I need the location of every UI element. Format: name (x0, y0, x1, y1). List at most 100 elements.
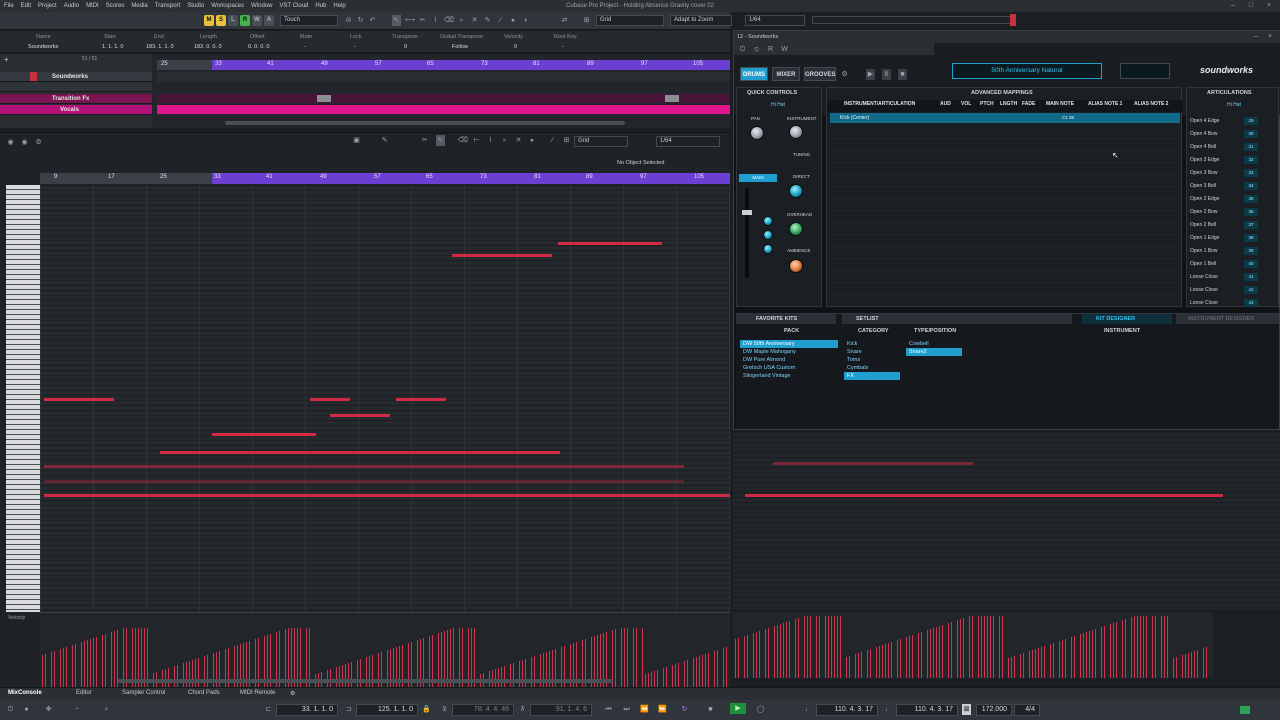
auto-scroll-icon[interactable]: ⇄ (560, 15, 569, 26)
velocity-bar[interactable] (1176, 657, 1177, 678)
velocity-bar[interactable] (912, 635, 913, 678)
editor-cycle-range[interactable] (212, 173, 730, 184)
rewind-icon[interactable]: ⏪ (640, 704, 649, 715)
mapping-row[interactable] (830, 199, 1182, 211)
midi-note[interactable] (44, 398, 114, 401)
tab-setlist[interactable]: SETLIST (842, 314, 1072, 324)
right-locator-icon[interactable]: ⊐ (344, 704, 353, 715)
info-name-value[interactable]: Soundworks (28, 44, 58, 50)
midi-note[interactable] (44, 465, 684, 468)
velocity-bar[interactable] (420, 639, 421, 694)
velocity-bar[interactable] (900, 639, 901, 678)
velocity-bar[interactable] (927, 630, 928, 678)
velocity-bar[interactable] (969, 616, 970, 678)
a-toggle[interactable]: A (264, 15, 274, 26)
range-tool-icon[interactable]: ⟷ (405, 15, 415, 26)
velocity-bar[interactable] (624, 628, 625, 694)
articulation-note[interactable]: 35 (1244, 195, 1258, 203)
velocity-bar[interactable] (255, 639, 256, 694)
midi-note[interactable] (773, 462, 973, 465)
horizontal-scrollbar[interactable] (225, 121, 625, 125)
velocity-bar[interactable] (264, 636, 265, 694)
erase-tool-icon[interactable]: ⌫ (458, 135, 468, 146)
velocity-bar[interactable] (471, 628, 472, 694)
mapping-row[interactable] (830, 163, 1182, 175)
velocity-bar[interactable] (918, 633, 919, 678)
settings-icon[interactable]: ⚙ (840, 69, 849, 80)
velocity-bar[interactable] (921, 632, 922, 678)
velocity-bar[interactable] (972, 616, 973, 678)
menu-scores[interactable]: Scores (106, 3, 125, 9)
mapping-row[interactable] (830, 259, 1182, 271)
velocity-bar[interactable] (1044, 646, 1045, 678)
velocity-bar[interactable] (123, 628, 124, 694)
velocity-bar[interactable] (1014, 656, 1015, 678)
velocity-bar[interactable] (1029, 651, 1030, 678)
articulation-item[interactable]: Loose Close (1190, 297, 1238, 309)
velocity-bar[interactable] (447, 630, 448, 694)
velocity-bar[interactable] (594, 636, 595, 694)
velocity-bar[interactable] (987, 616, 988, 678)
velocity-bar[interactable] (612, 630, 613, 694)
velocity-bar[interactable] (825, 616, 826, 678)
go-to-start-icon[interactable]: ⏮ (604, 704, 613, 715)
forward-icon[interactable]: ⏩ (658, 704, 667, 715)
draw-tool-icon[interactable]: ✎ (483, 15, 492, 26)
velocity-bar[interactable] (135, 628, 136, 694)
velocity-bar[interactable] (906, 637, 907, 678)
output-select-knob[interactable] (763, 216, 773, 226)
velocity-bar[interactable] (1053, 643, 1054, 678)
cycle-icon[interactable]: ↻ (680, 704, 689, 715)
velocity-bar[interactable] (804, 616, 805, 678)
velocity-bar[interactable] (1161, 616, 1162, 678)
articulation-note[interactable]: 29 (1244, 117, 1258, 125)
velocity-bar[interactable] (777, 625, 778, 678)
velocity-bar[interactable] (837, 616, 838, 678)
search-icon[interactable]: ⌕ (102, 704, 111, 715)
velocity-bar[interactable] (936, 627, 937, 678)
velocity-bar[interactable] (1110, 624, 1111, 678)
velocity-bar[interactable] (1137, 616, 1138, 678)
velocity-bar[interactable] (297, 628, 298, 694)
secondary-time-display[interactable]: 110. 4. 3. 17 (896, 704, 958, 716)
write-icon[interactable]: W (780, 44, 789, 55)
trim-tool-icon[interactable]: ⊢ (472, 135, 481, 146)
velocity-bar[interactable] (285, 629, 286, 694)
velocity-bar[interactable] (132, 628, 133, 694)
grid-type-select[interactable]: Adapt to Zoom (670, 15, 732, 26)
velocity-bar[interactable] (87, 640, 88, 694)
velocity-bar[interactable] (849, 656, 850, 678)
velocity-bar[interactable] (978, 616, 979, 678)
articulation-note[interactable]: 38 (1244, 234, 1258, 242)
velocity-bar[interactable] (1059, 641, 1060, 678)
play-icon[interactable]: ▶ (866, 69, 875, 80)
velocity-bar[interactable] (438, 633, 439, 694)
velocity-bar[interactable] (768, 628, 769, 678)
pack-item[interactable]: DW 50th Anniversary (740, 340, 838, 348)
velocity-bar[interactable] (1131, 617, 1132, 678)
velocity-bar[interactable] (840, 616, 841, 678)
velocity-bar[interactable] (1125, 619, 1126, 678)
velocity-bar[interactable] (939, 626, 940, 678)
undo-icon[interactable]: ↶ (368, 15, 377, 26)
velocity-bar[interactable] (1002, 616, 1003, 678)
articulation-item[interactable]: Open 3 Bell (1190, 180, 1238, 192)
velocity-bar[interactable] (1089, 631, 1090, 678)
velocity-bar[interactable] (1086, 632, 1087, 678)
velocity-bar[interactable] (432, 635, 433, 694)
info-end-value[interactable]: 183. 1. 1. 0 (146, 44, 174, 50)
tab-grooves[interactable]: GROOVES (804, 67, 836, 81)
acoustic-feedback-icon[interactable]: ◉ (20, 137, 29, 148)
editor-quantize-select[interactable]: 1/64 (656, 136, 720, 147)
velocity-bar[interactable] (1032, 650, 1033, 678)
mapping-row[interactable] (830, 247, 1182, 259)
velocity-bar[interactable] (441, 632, 442, 694)
pack-item[interactable]: DW Maple Mahogany (740, 348, 838, 356)
velocity-bar[interactable] (141, 628, 142, 694)
midi-part[interactable] (157, 72, 730, 82)
velocity-bar[interactable] (1071, 637, 1072, 678)
velocity-bar[interactable] (450, 629, 451, 694)
record-icon[interactable]: ◯ (756, 704, 765, 715)
velocity-bar[interactable] (1116, 622, 1117, 678)
velocity-bar[interactable] (1191, 652, 1192, 678)
